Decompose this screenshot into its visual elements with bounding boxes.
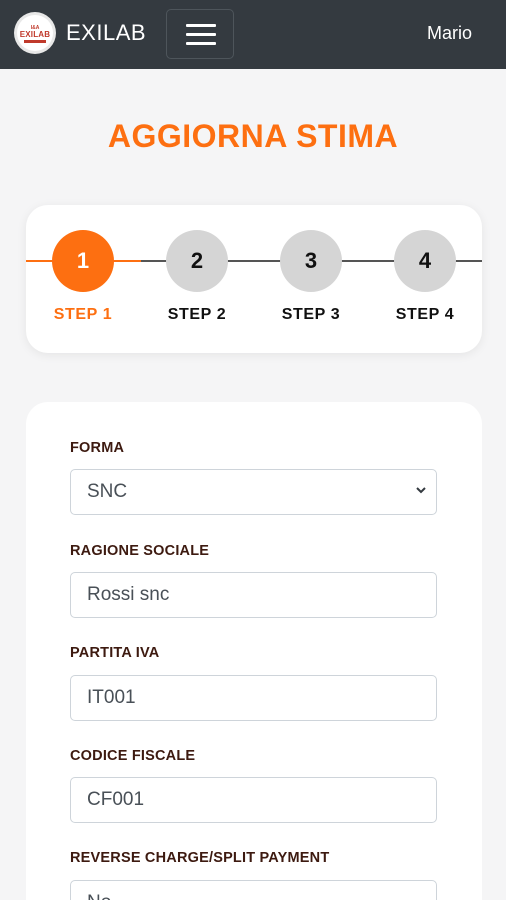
step-4-label: STEP 4	[395, 306, 455, 323]
step-4-circle[interactable]: 4	[394, 230, 456, 292]
reverse-charge-select-value: No	[87, 892, 111, 900]
forma-select-value: SNC	[87, 481, 128, 502]
reverse-charge-label: REVERSE CHARGE/SPLIT PAYMENT	[70, 850, 330, 866]
page-title: AGGIORNA STIMA	[107, 118, 399, 154]
hamburger-icon	[186, 24, 216, 27]
reverse-charge-select[interactable]: No	[70, 880, 437, 900]
hamburger-icon	[186, 33, 216, 36]
brand-name[interactable]: EXILAB	[66, 20, 146, 46]
step-3-circle[interactable]: 3	[280, 230, 342, 292]
navbar: I&A EXILAB EXILAB Mario	[0, 0, 506, 69]
codice-fiscale-label: CODICE FISCALE	[70, 748, 196, 764]
brand-logo[interactable]: I&A EXILAB	[14, 12, 56, 54]
hamburger-icon	[186, 42, 216, 45]
step-1-circle[interactable]: 1	[52, 230, 114, 292]
ragione-sociale-label: RAGIONE SOCIALE	[70, 543, 210, 559]
step-2-label: STEP 2	[167, 306, 227, 323]
form-card: FORMA SNC RAGIONE SOCIALE Rossi snc PART…	[26, 402, 482, 900]
logo-text: EXILAB	[19, 30, 51, 39]
partita-iva-input[interactable]: IT001	[70, 675, 437, 721]
user-menu[interactable]: Mario	[427, 23, 472, 44]
logo-badge: I&A EXILAB	[17, 15, 53, 51]
logo-underline	[24, 40, 46, 43]
partita-iva-label: PARTITA IVA	[70, 645, 160, 661]
step-1-label: STEP 1	[53, 306, 113, 323]
ragione-sociale-input[interactable]: Rossi snc	[70, 572, 437, 618]
step-3-label: STEP 3	[281, 306, 341, 323]
chevron-down-icon	[416, 487, 426, 494]
step-2-circle[interactable]: 2	[166, 230, 228, 292]
forma-select[interactable]: SNC	[70, 469, 437, 515]
menu-toggle-button[interactable]	[166, 9, 234, 59]
stepper: 1 2 3 4 STEP 1 STEP 2 STEP 3 STEP 4	[26, 205, 482, 353]
codice-fiscale-input[interactable]: CF001	[70, 777, 437, 823]
forma-label: FORMA	[70, 440, 125, 456]
